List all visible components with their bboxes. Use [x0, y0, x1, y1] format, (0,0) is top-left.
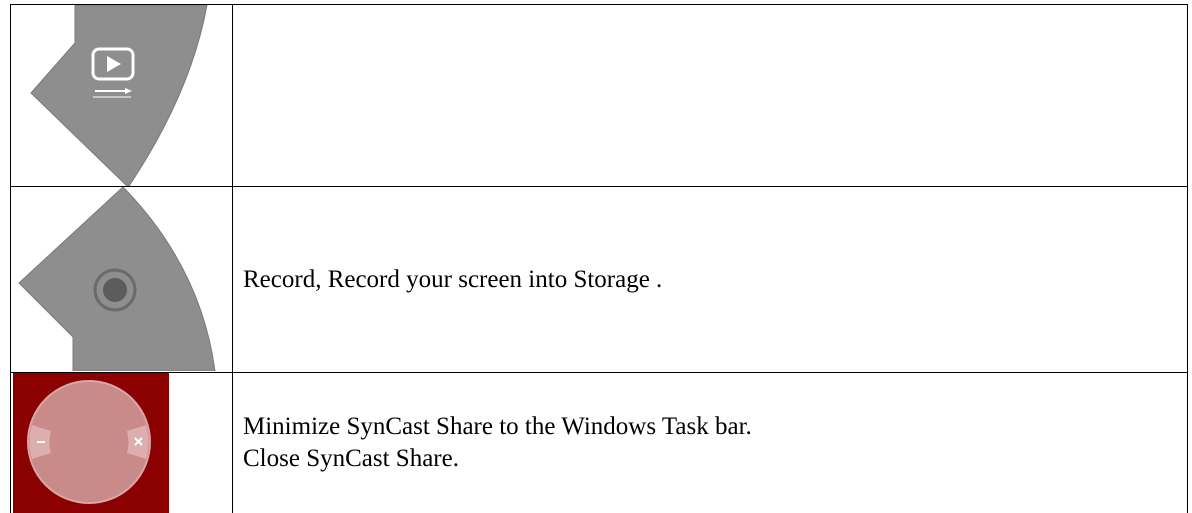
- minimize-close-icon: [12, 373, 232, 513]
- table-row: Minimize SynCast Share to the Windows Ta…: [10, 371, 1188, 513]
- record-description: Record, Record your screen into Storage …: [243, 265, 663, 293]
- close-description: Close SynCast Share.: [243, 444, 459, 472]
- record-icon: [12, 187, 232, 372]
- icon-cell: [10, 3, 233, 188]
- feature-table: Record, Record your screen into Storage …: [10, 3, 1188, 513]
- description-cell: Minimize SynCast Share to the Windows Ta…: [232, 371, 1188, 513]
- play-stream-icon: [12, 5, 232, 186]
- icon-cell: [10, 186, 233, 373]
- table-row: [10, 3, 1188, 188]
- minimize-description: Minimize SynCast Share to the Windows Ta…: [243, 412, 752, 440]
- table-row: Record, Record your screen into Storage …: [10, 186, 1188, 373]
- window-controls-description: Minimize SynCast Share to the Windows Ta…: [243, 411, 1187, 475]
- icon-cell: [10, 371, 233, 513]
- description-cell: Record, Record your screen into Storage …: [232, 186, 1188, 373]
- description-cell: [232, 3, 1188, 188]
